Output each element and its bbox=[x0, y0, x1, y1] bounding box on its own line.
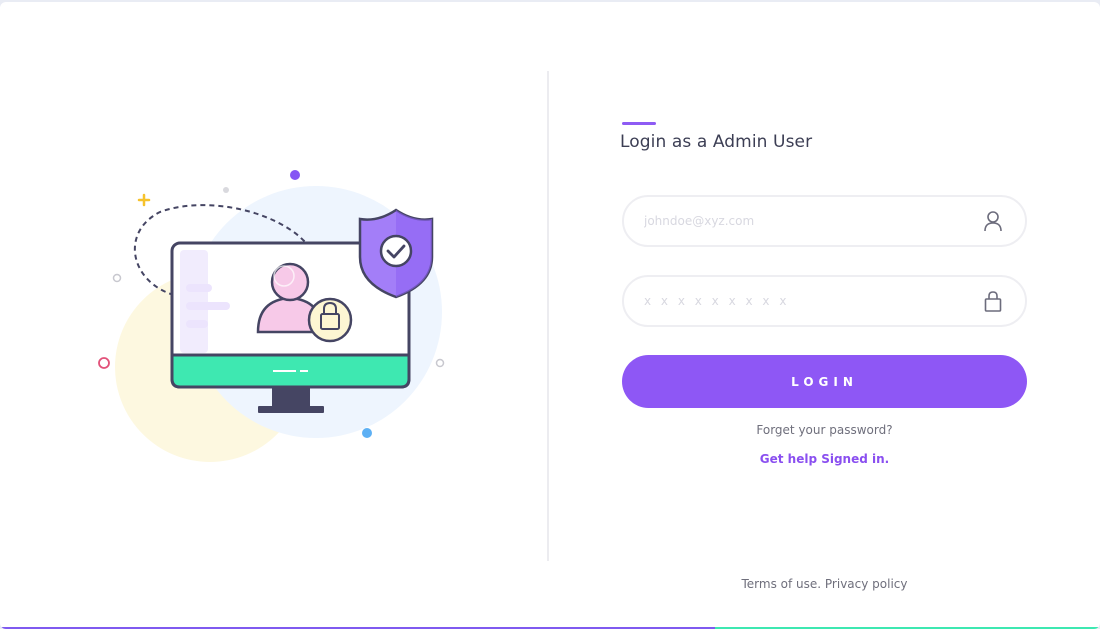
vertical-divider bbox=[547, 71, 549, 561]
user-icon bbox=[984, 211, 1002, 232]
ring-gray-right bbox=[435, 358, 445, 368]
password-input[interactable] bbox=[644, 277, 974, 325]
password-field[interactable] bbox=[622, 275, 1027, 327]
page-title: Login as a Admin User bbox=[620, 132, 813, 152]
privacy-policy-link[interactable]: Privacy policy bbox=[825, 577, 908, 591]
purple-dot bbox=[290, 170, 300, 180]
footer-links: Terms of use. Privacy policy bbox=[622, 577, 1027, 591]
terms-of-use-link[interactable]: Terms of use. bbox=[741, 577, 821, 591]
admin-security-illustration bbox=[98, 170, 445, 462]
blue-dot bbox=[362, 428, 372, 438]
screen-line-3 bbox=[186, 320, 208, 328]
ring-gray-left bbox=[112, 273, 122, 283]
monitor-stand bbox=[258, 406, 324, 413]
forgot-password-link[interactable]: Forget your password? bbox=[622, 423, 1027, 437]
login-card: Login as a Admin User LOGIN Forget your … bbox=[0, 2, 1100, 629]
email-field[interactable] bbox=[622, 195, 1027, 247]
shield-check-icon bbox=[358, 208, 434, 299]
screen-line-1 bbox=[186, 284, 212, 292]
login-button[interactable]: LOGIN bbox=[622, 355, 1027, 408]
yellow-plus bbox=[137, 193, 151, 207]
gray-dot bbox=[223, 187, 229, 193]
screen-line-2 bbox=[186, 302, 230, 310]
lock-badge-icon bbox=[307, 297, 353, 343]
get-help-link[interactable]: Get help Signed in. bbox=[622, 452, 1027, 466]
ring-pink bbox=[98, 357, 110, 369]
screen-side-panel bbox=[180, 250, 208, 353]
email-input[interactable] bbox=[644, 197, 974, 245]
title-accent-line bbox=[622, 122, 656, 125]
lock-icon bbox=[984, 291, 1002, 312]
monitor-neck bbox=[272, 388, 310, 406]
